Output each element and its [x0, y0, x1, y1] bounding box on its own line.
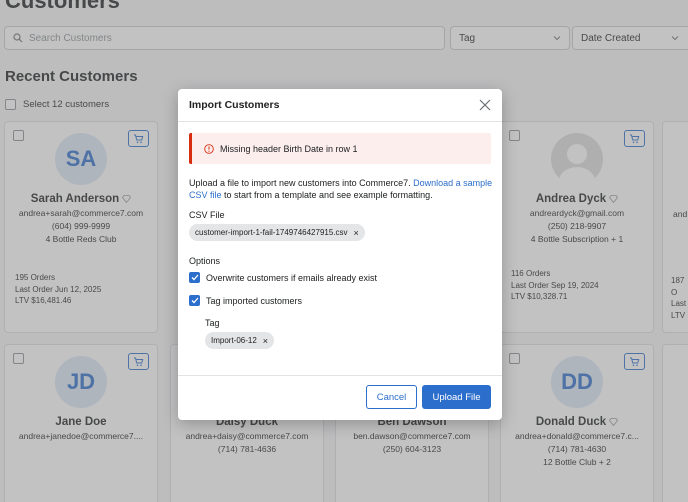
overwrite-option[interactable]: Overwrite customers if emails already ex…: [189, 272, 377, 283]
csv-file-label: CSV File: [189, 210, 225, 220]
cancel-button[interactable]: Cancel: [366, 385, 417, 409]
close-icon[interactable]: [478, 98, 492, 112]
error-message: Missing header Birth Date in row 1: [220, 143, 358, 154]
csv-file-chip: customer-import-1-fail-1749746427915.csv…: [189, 224, 365, 241]
import-description: Upload a file to import new customers in…: [189, 178, 493, 200]
remove-file-icon[interactable]: ×: [354, 228, 359, 238]
remove-tag-icon[interactable]: ×: [263, 336, 268, 346]
import-customers-modal: Import Customers Missing header Birth Da…: [178, 89, 502, 420]
csv-file-name: customer-import-1-fail-1749746427915.csv: [195, 228, 348, 237]
tag-chip: Import-06-12 ×: [205, 332, 275, 349]
tag-value: Import-06-12: [211, 336, 257, 345]
tag-option-label: Tag imported customers: [206, 295, 303, 306]
tag-label: Tag: [205, 318, 220, 328]
options-label: Options: [189, 256, 221, 266]
modal-header: Import Customers: [178, 89, 502, 122]
modal-footer-divider: [178, 375, 502, 376]
tag-checkbox[interactable]: [189, 295, 200, 306]
overwrite-label: Overwrite customers if emails already ex…: [206, 272, 378, 283]
overwrite-checkbox[interactable]: [189, 272, 200, 283]
upload-file-button[interactable]: Upload File: [422, 385, 491, 409]
modal-title: Import Customers: [189, 99, 280, 111]
error-banner: Missing header Birth Date in row 1: [189, 133, 491, 164]
tag-option[interactable]: Tag imported customers: [189, 295, 302, 306]
error-icon: [204, 143, 214, 154]
